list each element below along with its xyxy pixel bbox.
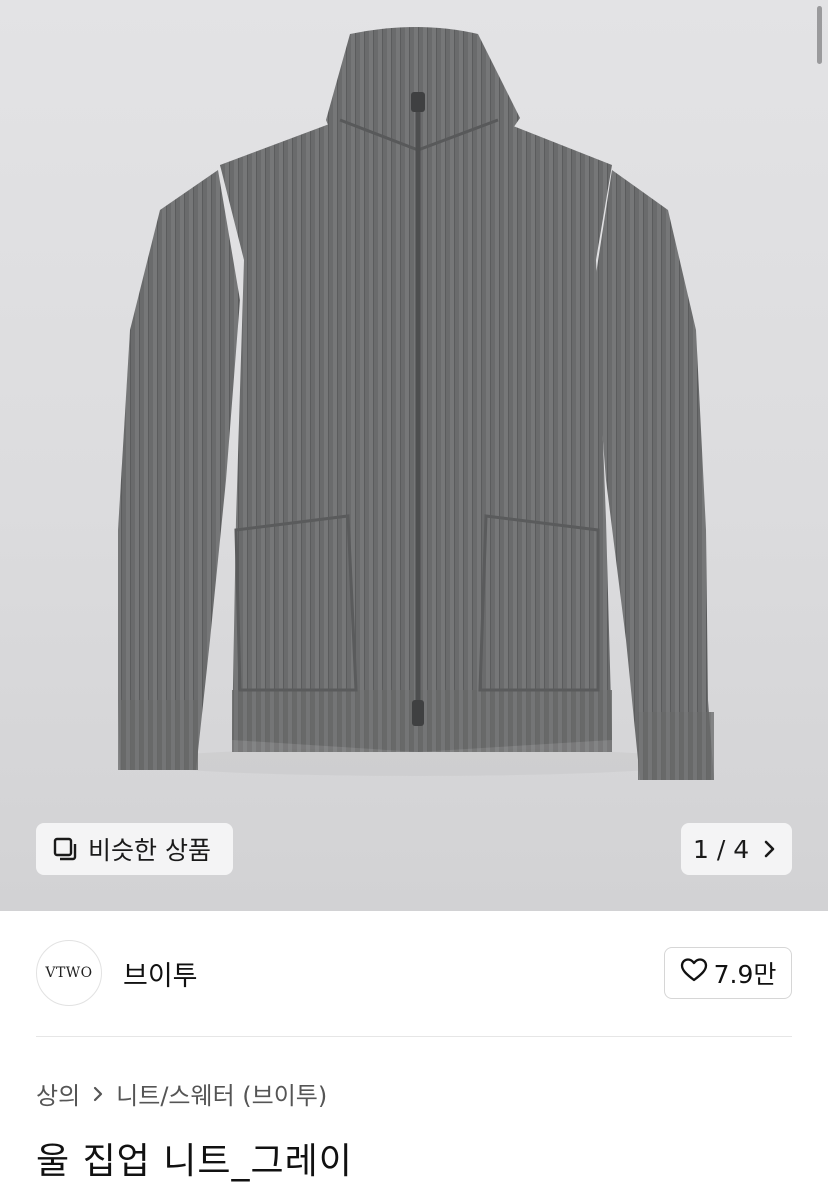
similar-products-label: 비슷한 상품 — [88, 836, 211, 865]
breadcrumb-subcategory[interactable]: 니트/스웨터 (브이투) — [116, 1076, 327, 1111]
seller-name[interactable]: 브이투 — [123, 954, 198, 993]
product-title: 울 집업 니트_그레이 — [36, 1141, 353, 1182]
image-counter-button[interactable]: 1 / 4 — [681, 823, 792, 875]
similar-products-button[interactable]: 비슷한 상품 — [36, 823, 233, 875]
image-counter-label: 1 / 4 — [693, 834, 750, 864]
seller-avatar[interactable]: VTWO — [36, 940, 102, 1006]
breadcrumb: 상의 니트/스웨터 (브이투) — [36, 1076, 327, 1111]
chevron-right-icon — [763, 838, 777, 860]
seller-logo-text: VTWO — [45, 965, 93, 981]
chevron-right-icon — [92, 1084, 104, 1104]
heart-icon — [680, 957, 708, 989]
like-button[interactable]: 7.9만 — [664, 947, 792, 999]
stack-icon — [52, 836, 78, 862]
product-image-gallery[interactable]: 비슷한 상품 1 / 4 — [0, 0, 828, 911]
like-count: 7.9만 — [713, 960, 777, 989]
breadcrumb-category[interactable]: 상의 — [36, 1076, 80, 1111]
product-image[interactable] — [0, 0, 828, 911]
section-divider — [36, 1036, 792, 1037]
